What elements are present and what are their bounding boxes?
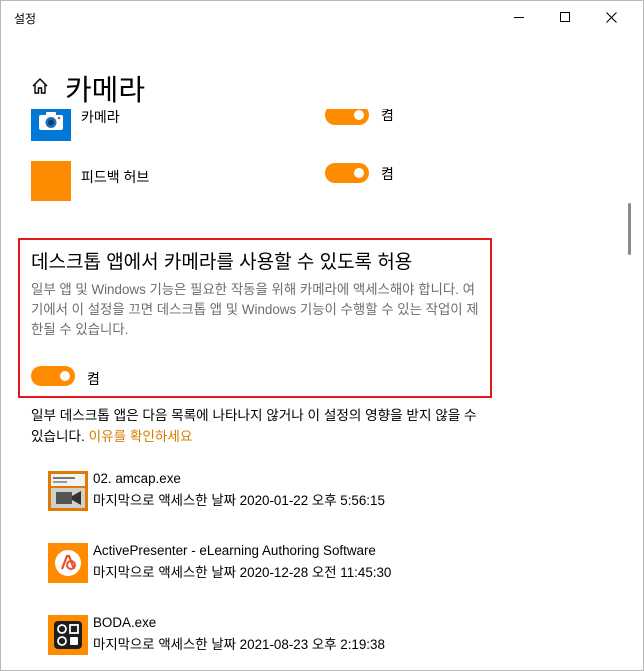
feedback-hub-toggle[interactable] [325,163,369,183]
amcap-icon [48,471,88,511]
desktop-app-last-access: 마지막으로 액세스한 날짜 2021-08-23 오후 2:19:38 [93,637,385,652]
desktop-app-name: BODA.exe [93,615,157,630]
toggle-knob [354,110,364,120]
desktop-apps-note: 일부 데스크톱 앱은 다음 목록에 나타나지 않거나 이 설정의 영향을 받지 … [31,405,481,447]
minimize-icon [514,16,524,18]
maximize-button[interactable] [542,1,588,33]
camera-app-toggle-label: 켬 [381,109,394,123]
close-icon [605,11,617,23]
feedback-hub-icon [31,161,71,201]
desktop-apps-toggle[interactable] [31,366,75,386]
boda-icon [48,615,88,655]
camera-icon [31,109,71,141]
page-header: 카메라 [1,63,631,109]
section-title: 데스크톱 앱에서 카메라를 사용할 수 있도록 허용 [31,252,413,273]
app-row-feedback-hub: 피드백 허브 [31,161,431,201]
learn-why-link[interactable]: 이유를 확인하세요 [89,429,193,444]
activepresenter-icon [48,543,88,583]
desktop-app-row: 02. amcap.exe 마지막으로 액세스한 날짜 2020-01-22 오… [48,471,468,515]
page-title: 카메라 [65,75,146,107]
desktop-app-name: 02. amcap.exe [93,471,181,486]
minimize-button[interactable] [496,1,542,33]
toggle-knob [60,371,70,381]
app-title: 설정 [14,12,37,26]
scrollbar-thumb[interactable] [628,203,631,255]
app-name: 피드백 허브 [81,169,150,185]
close-button[interactable] [588,1,634,33]
title-bar[interactable]: 설정 [1,1,643,33]
maximize-icon [560,12,570,22]
feedback-hub-toggle-label: 켬 [381,166,394,182]
settings-content[interactable]: 카메라 켬 피드백 허브 켬 데스크톱 앱에서 카메라를 사용할 수 있도록 허… [1,109,627,669]
scrollbar-track[interactable] [627,109,631,664]
camera-app-toggle[interactable] [325,109,369,125]
home-icon[interactable] [31,77,49,95]
desktop-apps-toggle-label: 켬 [87,371,100,387]
settings-window: 설정 카메라 카메라 켬 피드백 허브 켬 데스크톱 앱에서 카메라를 사용할 … [0,0,644,671]
desktop-app-name: ActivePresenter - eLearning Authoring So… [93,543,376,558]
desktop-app-last-access: 마지막으로 액세스한 날짜 2020-12-28 오전 11:45:30 [93,565,392,580]
app-name: 카메라 [81,109,120,125]
toggle-knob [354,168,364,178]
app-row-camera: 카메라 [31,109,431,141]
section-description: 일부 앱 및 Windows 기능은 필요한 작동을 위해 카메라에 액세스해야… [31,282,479,337]
desktop-app-row: ActivePresenter - eLearning Authoring So… [48,543,468,587]
desktop-app-last-access: 마지막으로 액세스한 날짜 2020-01-22 오후 5:56:15 [93,493,385,508]
desktop-app-row: BODA.exe 마지막으로 액세스한 날짜 2021-08-23 오후 2:1… [48,615,468,659]
